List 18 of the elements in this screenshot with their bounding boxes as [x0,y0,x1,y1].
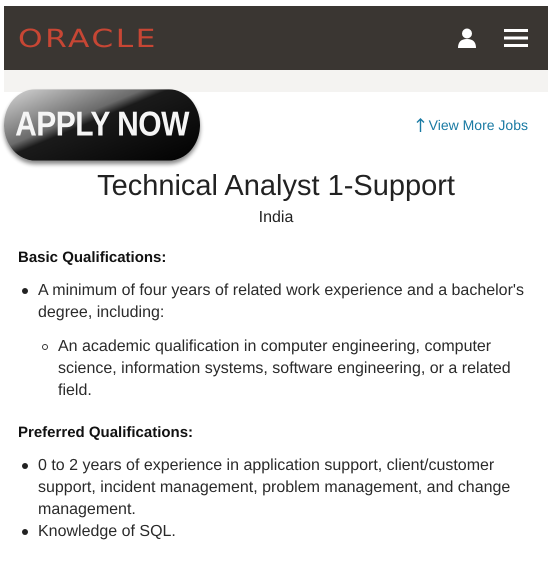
user-icon[interactable] [458,28,476,48]
apply-now-button[interactable]: APPLY NOW [4,89,200,161]
list-item: A minimum of four years of related work experience and a bachelor's degree, including: [38,281,525,323]
bullet-icon [22,463,28,469]
arrow-up-icon [416,118,425,132]
view-more-jobs-link[interactable]: View More Jobs [416,117,528,133]
section-heading: Preferred Qualifications: [18,424,194,441]
bullet-icon [22,288,28,294]
bullet-icon [42,344,48,350]
job-location: India [258,209,294,227]
list-item: An academic qualification in computer engineering, computer science, information systems, software engineering, or a related field. [58,337,512,401]
menu-icon[interactable] [504,29,528,47]
job-title: Technical Analyst 1-Support [96,170,456,203]
list-item: Knowledge of SQL. [38,522,176,542]
list-item: 0 to 2 years of experience in application support, client/customer support, incident management, problem management, and change management. [38,456,512,520]
logo[interactable]: ORACLE [18,24,158,52]
bullet-icon [22,529,28,535]
section-heading: Basic Qualifications: [18,249,168,266]
